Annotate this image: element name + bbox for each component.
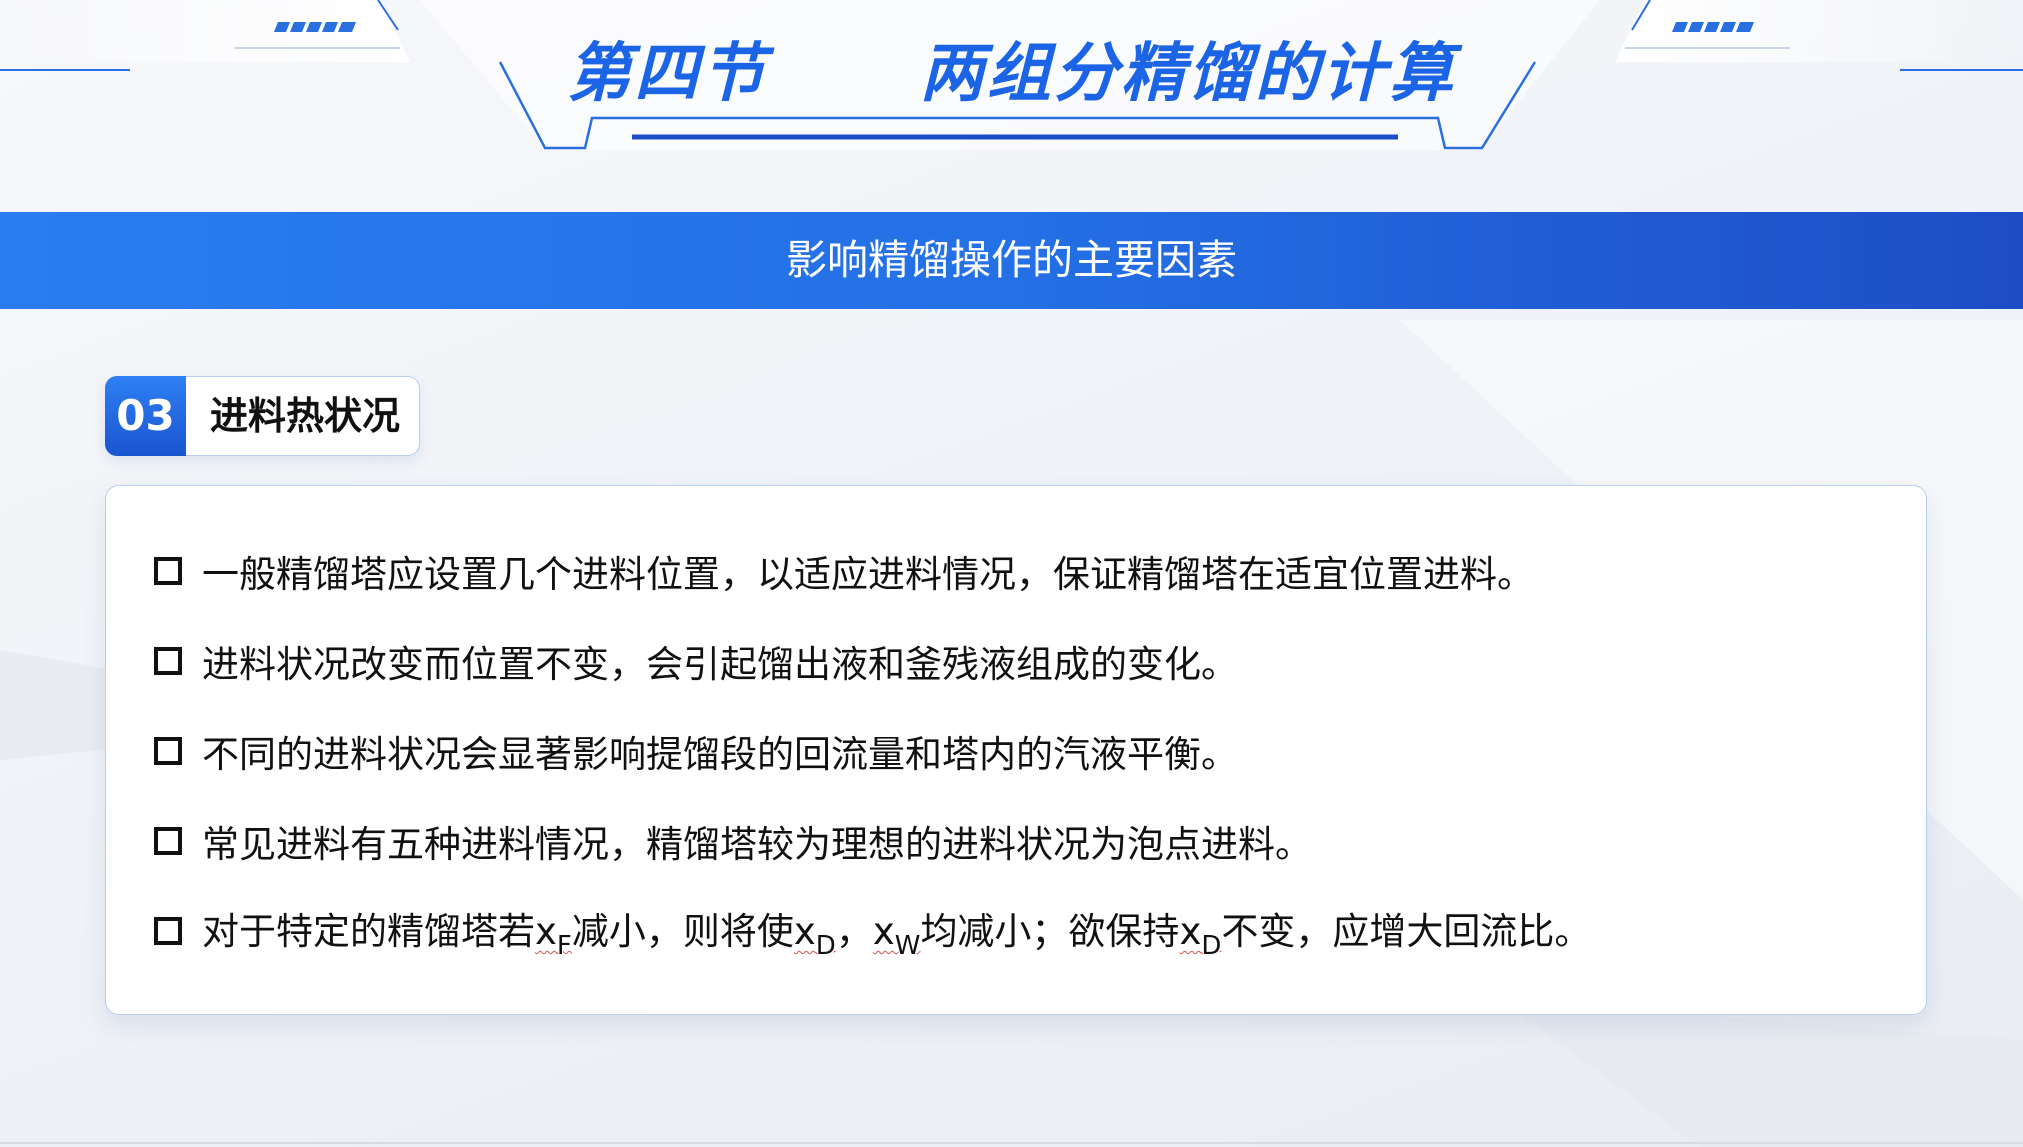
page-title: 第四节 两组分精馏的计算 (0, 22, 2023, 114)
section-label: 进料热状况 (210, 394, 401, 438)
bullet-text: 对于特定的精馏塔若xF减小，则将使xD，xW均减小；欲保持xD不变，应增大回流比… (202, 901, 1591, 961)
bullet-text: 不同的进料状况会显著影响提馏段的回流量和塔内的汽液平衡。 (202, 733, 1238, 776)
variable-base: x (1179, 910, 1202, 953)
variable-subscript: W (894, 931, 921, 961)
square-bullet-icon (154, 737, 182, 765)
section-number-badge: 03 (105, 376, 186, 456)
text-segment: 对于特定的精馏塔若 (202, 910, 535, 953)
variable-base: x (872, 910, 895, 953)
variable-subscript: D (815, 931, 836, 961)
bullet-text: 进料状况改变而位置不变，会引起馏出液和釜残液组成的变化。 (202, 643, 1238, 686)
bullet-item: 不同的进料状况会显著影响提馏段的回流量和塔内的汽液平衡。 (154, 706, 1591, 796)
bullet-text: 一般精馏塔应设置几个进料位置，以适应进料情况，保证精馏塔在适宜位置进料。 (202, 553, 1534, 596)
variable-subscript: D (1201, 931, 1222, 961)
title-area: 第四节 两组分精馏的计算 (0, 0, 2023, 150)
content-card: 一般精馏塔应设置几个进料位置，以适应进料情况，保证精馏塔在适宜位置进料。 进料状… (105, 485, 1927, 1015)
square-bullet-icon (154, 647, 182, 675)
bullet-text: 常见进料有五种进料情况，精馏塔较为理想的进料状况为泡点进料。 (202, 823, 1312, 866)
text-segment: 均减小；欲保持 (920, 910, 1180, 953)
bullet-item: 常见进料有五种进料情况，精馏塔较为理想的进料状况为泡点进料。 (154, 796, 1591, 886)
text-segment: 减小，则将使 (571, 910, 794, 953)
variable-base: x (535, 910, 557, 953)
topic-banner: 影响精馏操作的主要因素 (0, 212, 2023, 309)
bullet-item: 进料状况改变而位置不变，会引起馏出液和釜残液组成的变化。 (154, 616, 1591, 706)
variable-xW: xW (872, 910, 921, 961)
text-segment: 不变，应增大回流比。 (1221, 910, 1592, 953)
section-tag: 03 进料热状况 (105, 376, 420, 456)
square-bullet-icon (154, 557, 182, 585)
variable-xF: xF (535, 910, 572, 961)
variable-xD: xD (1179, 910, 1221, 961)
text-segment: ， (835, 910, 873, 953)
variable-xD: xD (793, 910, 836, 961)
bullet-list: 一般精馏塔应设置几个进料位置，以适应进料情况，保证精馏塔在适宜位置进料。 进料状… (154, 526, 1591, 976)
variable-base: x (793, 910, 816, 953)
variable-subscript: F (556, 931, 572, 961)
page-title-topic: 两组分精馏的计算 (919, 37, 1456, 111)
square-bullet-icon (154, 917, 182, 945)
bullet-item-formula: 对于特定的精馏塔若xF减小，则将使xD，xW均减小；欲保持xD不变，应增大回流比… (154, 886, 1591, 976)
bullet-item: 一般精馏塔应设置几个进料位置，以适应进料情况，保证精馏塔在适宜位置进料。 (154, 526, 1591, 616)
square-bullet-icon (154, 827, 182, 855)
page-title-section: 第四节 (567, 37, 769, 111)
